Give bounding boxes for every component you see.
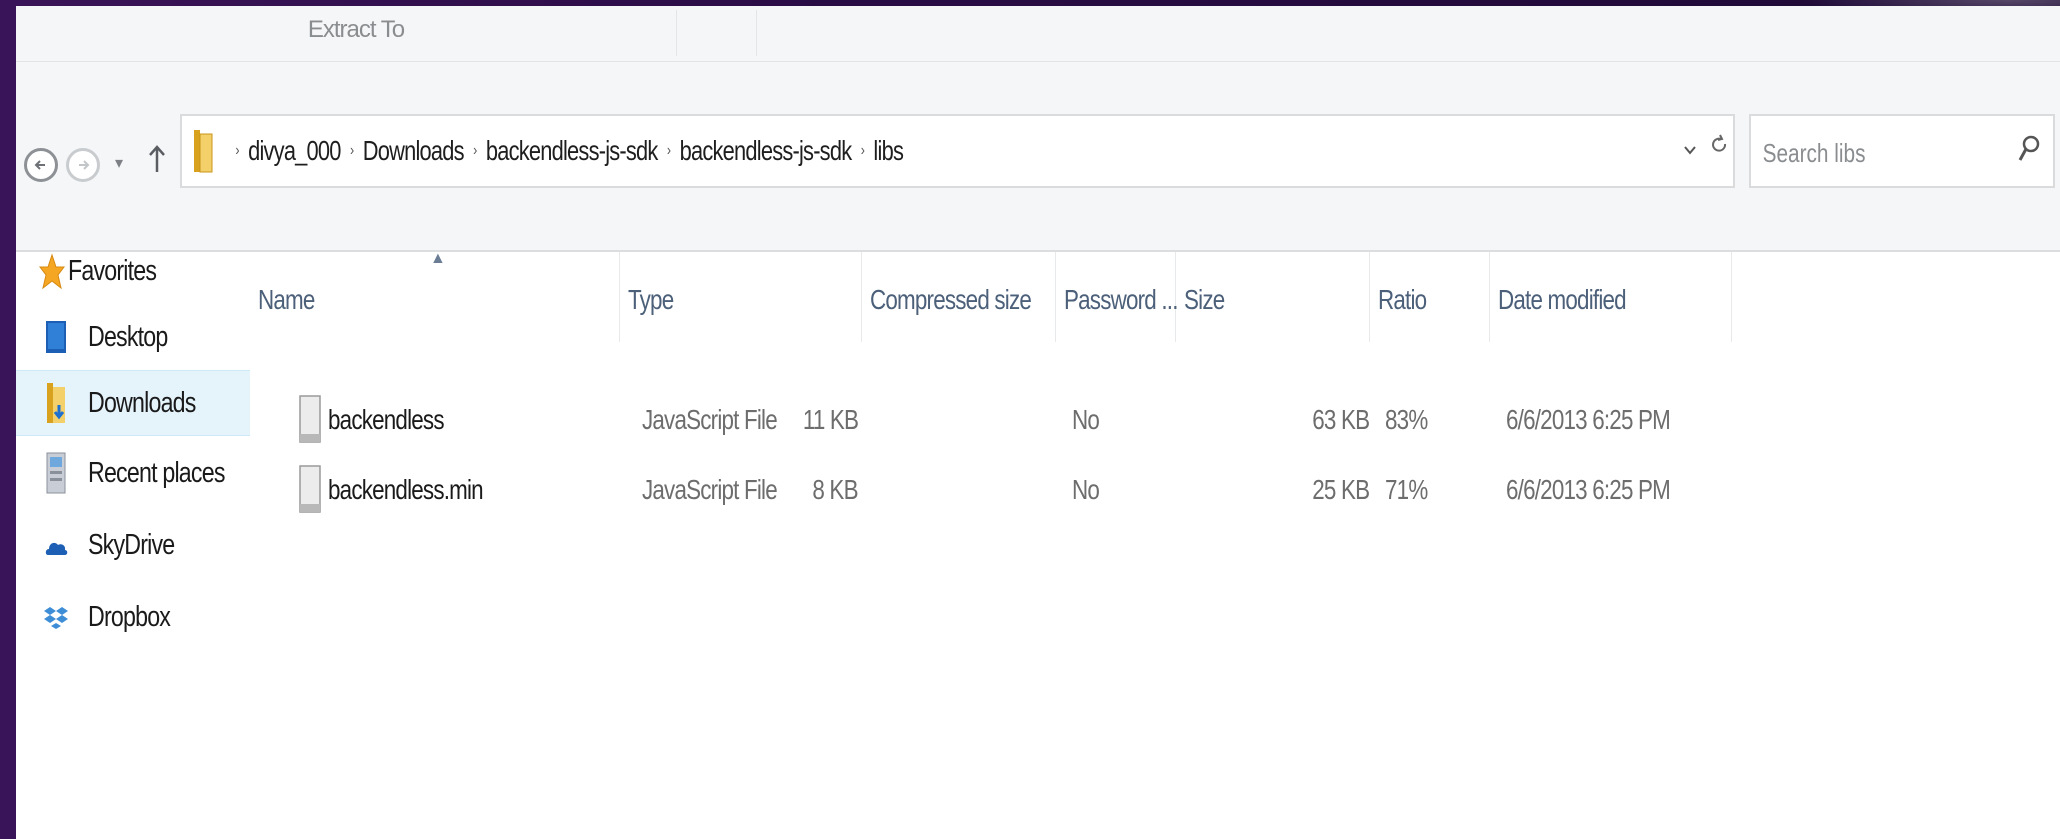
column-header-compressed-size[interactable]: Compressed size	[862, 252, 1056, 342]
dropbox-icon	[38, 596, 74, 638]
breadcrumb-chevron-icon[interactable]: ›	[861, 142, 865, 160]
column-header-name[interactable]: ▲ Name	[250, 250, 620, 342]
sidebar-item-dropbox[interactable]: Dropbox	[16, 590, 250, 644]
refresh-icon	[1712, 134, 1727, 152]
file-password: No	[1072, 404, 1100, 435]
file-name: backendless	[328, 404, 445, 435]
address-bar[interactable]: › divya_000 › Downloads › backendless-js…	[180, 114, 1735, 188]
recent-places-icon	[38, 452, 74, 494]
ribbon: Extract To	[16, 6, 2060, 62]
sidebar-item-label: Recent places	[88, 456, 225, 489]
table-row[interactable]: backendless JavaScript File 11 KB No 63 …	[250, 388, 1671, 448]
breadcrumb-chevron-icon[interactable]: ›	[350, 142, 354, 160]
up-button[interactable]	[148, 144, 166, 183]
breadcrumb: › divya_000 › Downloads › backendless-js…	[226, 116, 904, 186]
column-header-label: Size	[1184, 284, 1225, 315]
breadcrumb-chevron-icon[interactable]: ›	[235, 142, 239, 160]
sidebar-item-recent-places[interactable]: Recent places	[16, 446, 250, 500]
column-header-size[interactable]: Size	[1176, 252, 1370, 342]
refresh-button[interactable]	[1711, 130, 1729, 172]
sidebar-item-label: Favorites	[68, 254, 157, 287]
breadcrumb-item[interactable]: backendless-js-sdk	[486, 135, 658, 167]
sidebar-item-downloads[interactable]: Downloads	[16, 370, 250, 436]
breadcrumb-item[interactable]: divya_000	[248, 135, 341, 167]
javascript-file-icon	[299, 465, 321, 513]
file-size: 63 KB	[1311, 404, 1370, 435]
sidebar-item-skydrive[interactable]: SkyDrive	[16, 518, 250, 572]
search-input[interactable]	[1761, 134, 1949, 172]
javascript-file-icon	[299, 395, 321, 443]
explorer-window: Extract To ▾ › divya_000 › Downloads › b…	[16, 6, 2060, 839]
column-header-label: Type	[628, 284, 674, 315]
sidebar-item-label: Downloads	[88, 386, 196, 419]
search-box	[1749, 114, 2055, 188]
file-size: 25 KB	[1311, 474, 1370, 505]
column-header-label: Compressed size	[870, 284, 1032, 315]
sidebar-item-label: Desktop	[88, 320, 168, 353]
ribbon-divider	[676, 10, 677, 56]
breadcrumb-item[interactable]: libs	[873, 135, 903, 167]
file-compressed-size: 11 KB	[802, 404, 859, 435]
column-header-label: Password ...	[1064, 284, 1178, 315]
file-type: JavaScript File	[642, 404, 778, 435]
column-header-password[interactable]: Password ...	[1056, 252, 1178, 342]
file-date-modified: 6/6/2013 6:25 PM	[1506, 474, 1671, 505]
file-compressed-size: 8 KB	[812, 474, 859, 505]
star-icon	[34, 250, 70, 292]
column-header-label: Date modified	[1498, 284, 1627, 315]
navigation-pane: Favorites Desktop Downloads Recent place…	[16, 252, 250, 839]
search-icon[interactable]	[2017, 130, 2041, 170]
chevron-down-icon	[1684, 146, 1696, 155]
table-row[interactable]: backendless.min JavaScript File 8 KB No …	[250, 458, 1671, 518]
desktop-icon	[38, 316, 74, 358]
navigation-bar: ▾ › divya_000 › Downloads › backendless-…	[16, 62, 2060, 252]
ribbon-divider	[756, 10, 757, 56]
skydrive-icon	[38, 524, 74, 566]
breadcrumb-item[interactable]: Downloads	[363, 135, 465, 167]
sidebar-item-desktop[interactable]: Desktop	[16, 310, 250, 364]
folder-icon	[194, 130, 213, 173]
back-button[interactable]	[24, 148, 58, 182]
address-history-dropdown[interactable]	[1683, 140, 1697, 161]
up-arrow-icon	[149, 145, 165, 172]
back-arrow-icon	[34, 160, 45, 170]
column-header-type[interactable]: Type	[620, 252, 862, 342]
forward-arrow-icon	[79, 160, 90, 170]
sidebar-item-label: Dropbox	[88, 600, 171, 633]
column-header-label: Name	[258, 284, 315, 315]
file-type: JavaScript File	[642, 474, 778, 505]
file-date-modified: 6/6/2013 6:25 PM	[1506, 404, 1671, 435]
file-name: backendless.min	[328, 474, 484, 505]
forward-button[interactable]	[66, 148, 100, 182]
recent-locations-dropdown[interactable]: ▾	[115, 153, 123, 173]
sidebar-item-label: SkyDrive	[88, 528, 175, 561]
file-list: ▲ Name Type Compressed size Password ...…	[250, 250, 2060, 839]
file-password: No	[1072, 474, 1100, 505]
column-header-label: Ratio	[1378, 284, 1427, 315]
column-header-date-modified[interactable]: Date modified	[1490, 252, 1732, 342]
file-ratio: 71%	[1385, 474, 1428, 505]
downloads-folder-icon	[38, 382, 74, 424]
sort-ascending-icon: ▲	[430, 250, 446, 267]
file-ratio: 83%	[1385, 404, 1428, 435]
extract-to-button[interactable]: Extract To	[306, 16, 406, 44]
sidebar-item-favorites[interactable]: Favorites	[16, 244, 250, 298]
breadcrumb-item[interactable]: backendless-js-sdk	[680, 135, 852, 167]
breadcrumb-chevron-icon[interactable]: ›	[667, 142, 671, 160]
breadcrumb-chevron-icon[interactable]: ›	[473, 142, 477, 160]
column-header-ratio[interactable]: Ratio	[1370, 252, 1490, 342]
